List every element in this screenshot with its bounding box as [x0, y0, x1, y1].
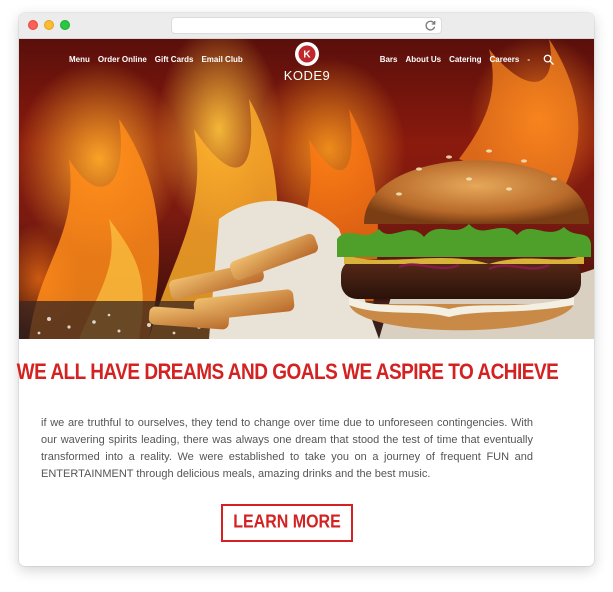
nav-item-catering[interactable]: Catering — [445, 55, 485, 64]
page-headline: WE ALL HAVE DREAMS AND GOALS WE ASPIRE T… — [16, 360, 559, 385]
minimize-window-button[interactable] — [44, 20, 54, 30]
close-window-button[interactable] — [28, 20, 38, 30]
logo-wordmark[interactable]: KODE9 — [279, 68, 335, 83]
nav-item-bars[interactable]: Bars — [376, 55, 402, 64]
nav-item-menu[interactable]: Menu — [65, 55, 94, 64]
learn-more-button[interactable]: LEARN MORE — [221, 504, 353, 542]
nav-item-order-online[interactable]: Order Online — [94, 55, 151, 64]
address-bar[interactable] — [171, 17, 442, 34]
logo-glyph: K — [303, 50, 311, 61]
nav-item-gift-cards[interactable]: Gift Cards — [151, 55, 198, 64]
browser-chrome — [19, 13, 594, 39]
nav-item-about-us[interactable]: About Us — [402, 55, 446, 64]
nav-item-careers[interactable]: Careers — [486, 55, 524, 64]
reload-icon[interactable] — [424, 19, 437, 32]
browser-window: Menu Order Online Gift Cards Email Club … — [19, 13, 594, 566]
top-navigation: Menu Order Online Gift Cards Email Club … — [19, 39, 594, 101]
nav-separator: - — [527, 55, 530, 64]
maximize-window-button[interactable] — [60, 20, 70, 30]
learn-more-label: LEARN MORE — [233, 512, 341, 533]
nav-right-group: Bars About Us Catering Careers - — [376, 55, 534, 64]
search-icon[interactable] — [543, 54, 554, 65]
hero-banner: Menu Order Online Gift Cards Email Club … — [19, 39, 594, 339]
intro-paragraph: if we are truthful to ourselves, they te… — [41, 417, 533, 480]
logo-icon[interactable]: K — [295, 42, 319, 66]
nav-item-email-club[interactable]: Email Club — [197, 55, 246, 64]
nav-left-group: Menu Order Online Gift Cards Email Club — [65, 55, 247, 64]
